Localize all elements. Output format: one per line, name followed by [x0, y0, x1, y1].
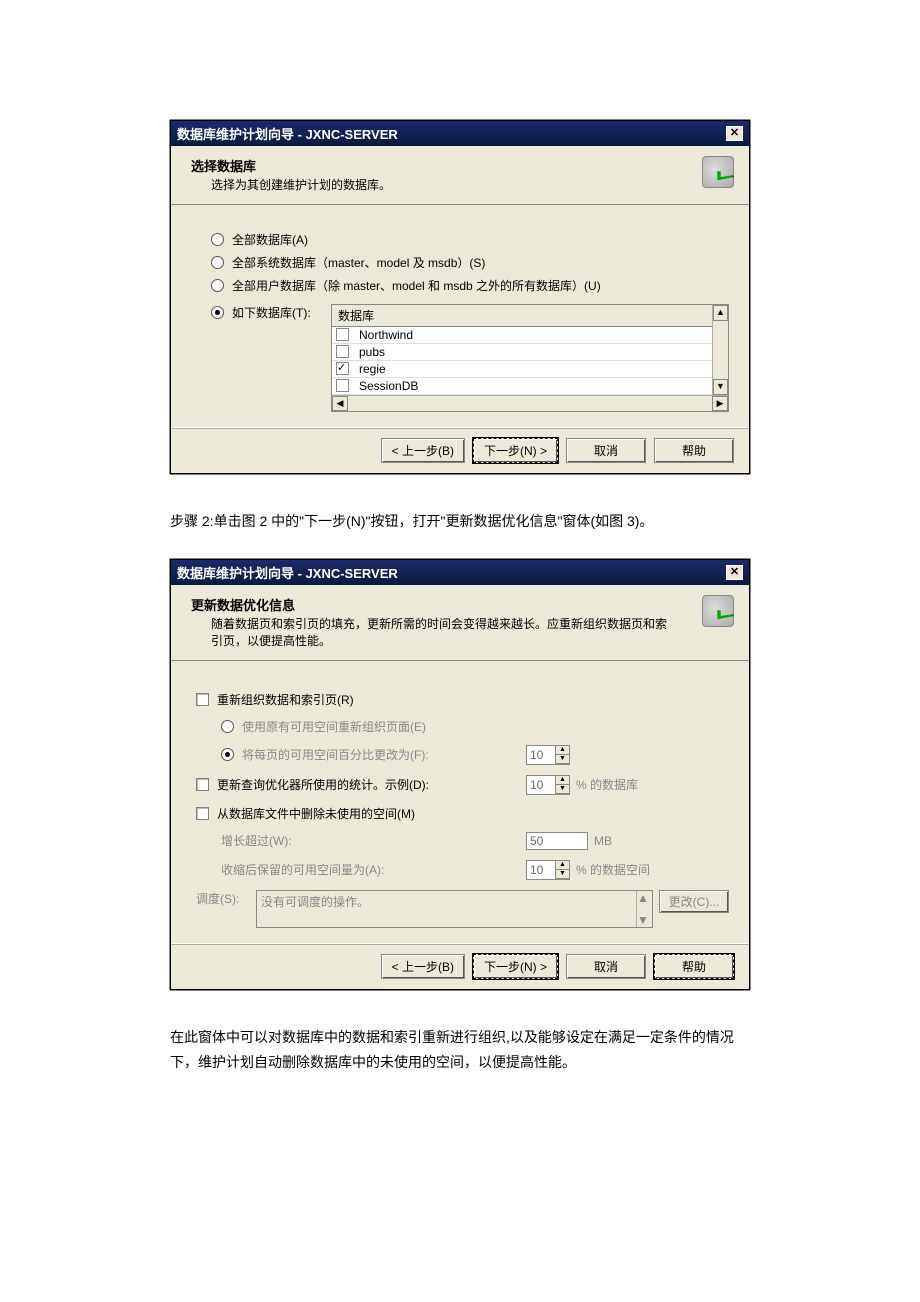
- cancel-button[interactable]: 取消: [566, 438, 646, 463]
- dialog-select-database: 数据库维护计划向导 - JXNC-SERVER ✕ 选择数据库 选择为其创建维护…: [170, 120, 750, 474]
- next-button[interactable]: 下一步(N) >: [473, 438, 558, 463]
- list-item[interactable]: Northwind: [332, 327, 712, 344]
- radio-system-databases[interactable]: 全部系统数据库（master、model 及 msdb）(S): [211, 254, 729, 271]
- dialog2-title: 数据库维护计划向导 - JXNC-SERVER: [177, 563, 398, 582]
- checkbox-remove-unused[interactable]: 从数据库文件中删除未使用的空间(M): [196, 805, 526, 822]
- button-bar: < 上一步(B) 下一步(N) > 取消 帮助: [171, 427, 749, 473]
- dialog2-header: 更新数据优化信息 随着数据页和索引页的填充，更新所需的时间会变得越来越长。应重新…: [171, 585, 749, 661]
- dialog1-header: 选择数据库 选择为其创建维护计划的数据库。: [171, 146, 749, 205]
- radio-reorg-percent[interactable]: 将每页的可用空间百分比更改为(F):: [196, 746, 526, 763]
- scroll-up-icon[interactable]: ▲: [713, 305, 728, 321]
- back-button[interactable]: < 上一步(B): [381, 954, 465, 979]
- help-button[interactable]: 帮助: [654, 954, 734, 979]
- freespace-percent-spinner[interactable]: ▲▼: [526, 745, 570, 765]
- help-button[interactable]: 帮助: [654, 438, 734, 463]
- grow-size-input[interactable]: [526, 832, 588, 850]
- scroll-right-icon[interactable]: ▶: [712, 396, 728, 411]
- radio-all-databases[interactable]: 全部数据库(A): [211, 231, 729, 248]
- checkbox-update-stats[interactable]: 更新查询优化器所使用的统计。示例(D):: [196, 776, 526, 793]
- list-item[interactable]: pubs: [332, 344, 712, 361]
- next-button[interactable]: 下一步(N) >: [473, 954, 558, 979]
- database-icon: [702, 156, 734, 188]
- close-icon[interactable]: ✕: [726, 565, 743, 580]
- scroll-down-icon[interactable]: ▼: [713, 379, 728, 395]
- radio-these-databases[interactable]: 如下数据库(T):: [211, 304, 331, 321]
- retain-unit: % 的数据空间: [576, 861, 650, 878]
- titlebar: 数据库维护计划向导 - JXNC-SERVER ✕: [171, 121, 749, 146]
- scroll-down-icon[interactable]: ▼: [637, 913, 652, 927]
- checkbox-reorganize[interactable]: 重新组织数据和索引页(R): [196, 691, 526, 708]
- step-description: 步骤 2:单击图 2 中的"下一步(N)"按钮，打开"更新数据优化信息"窗体(如…: [170, 509, 750, 534]
- dialog2-header-title: 更新数据优化信息: [191, 595, 671, 614]
- radio-reorg-original[interactable]: 使用原有可用空间重新组织页面(E): [196, 718, 526, 735]
- grow-unit: MB: [594, 834, 612, 848]
- back-button[interactable]: < 上一步(B): [381, 438, 465, 463]
- dialog1-header-title: 选择数据库: [191, 156, 391, 175]
- scroll-up-icon[interactable]: ▲: [637, 891, 652, 905]
- database-list[interactable]: 数据库 ▲ Northwind pubs regie: [331, 304, 729, 412]
- tail-description: 在此窗体中可以对数据库中的数据和索引重新进行组织,以及能够设定在满足一定条件的情…: [170, 1025, 750, 1075]
- schedule-textarea[interactable]: 没有可调度的操作。 ▲ ▼: [256, 890, 653, 928]
- list-item[interactable]: SessionDB: [332, 378, 712, 395]
- titlebar: 数据库维护计划向导 - JXNC-SERVER ✕: [171, 560, 749, 585]
- radio-user-databases[interactable]: 全部用户数据库（除 master、model 和 msdb 之外的所有数据库）(…: [211, 277, 729, 294]
- scroll-left-icon[interactable]: ◀: [332, 396, 348, 411]
- dialog2-header-sub: 随着数据页和索引页的填充，更新所需的时间会变得越来越长。应重新组织数据页和索引页…: [211, 616, 671, 650]
- database-icon: [702, 595, 734, 627]
- stats-sample-spinner[interactable]: ▲▼: [526, 775, 570, 795]
- retain-percent-spinner[interactable]: ▲▼: [526, 860, 570, 880]
- button-bar: < 上一步(B) 下一步(N) > 取消 帮助: [171, 943, 749, 989]
- change-button[interactable]: 更改(C)...: [659, 890, 729, 913]
- list-item[interactable]: regie: [332, 361, 712, 378]
- dialog1-title: 数据库维护计划向导 - JXNC-SERVER: [177, 124, 398, 143]
- schedule-label: 调度(S):: [196, 890, 256, 907]
- close-icon[interactable]: ✕: [726, 126, 743, 141]
- column-header-database: 数据库: [332, 305, 712, 327]
- dialog1-header-sub: 选择为其创建维护计划的数据库。: [211, 177, 391, 194]
- grow-label: 增长超过(W):: [221, 832, 292, 849]
- retain-label: 收缩后保留的可用空间量为(A):: [221, 861, 384, 878]
- stats-unit: % 的数据库: [576, 776, 638, 793]
- dialog-update-optimization: 数据库维护计划向导 - JXNC-SERVER ✕ 更新数据优化信息 随着数据页…: [170, 559, 750, 990]
- cancel-button[interactable]: 取消: [566, 954, 646, 979]
